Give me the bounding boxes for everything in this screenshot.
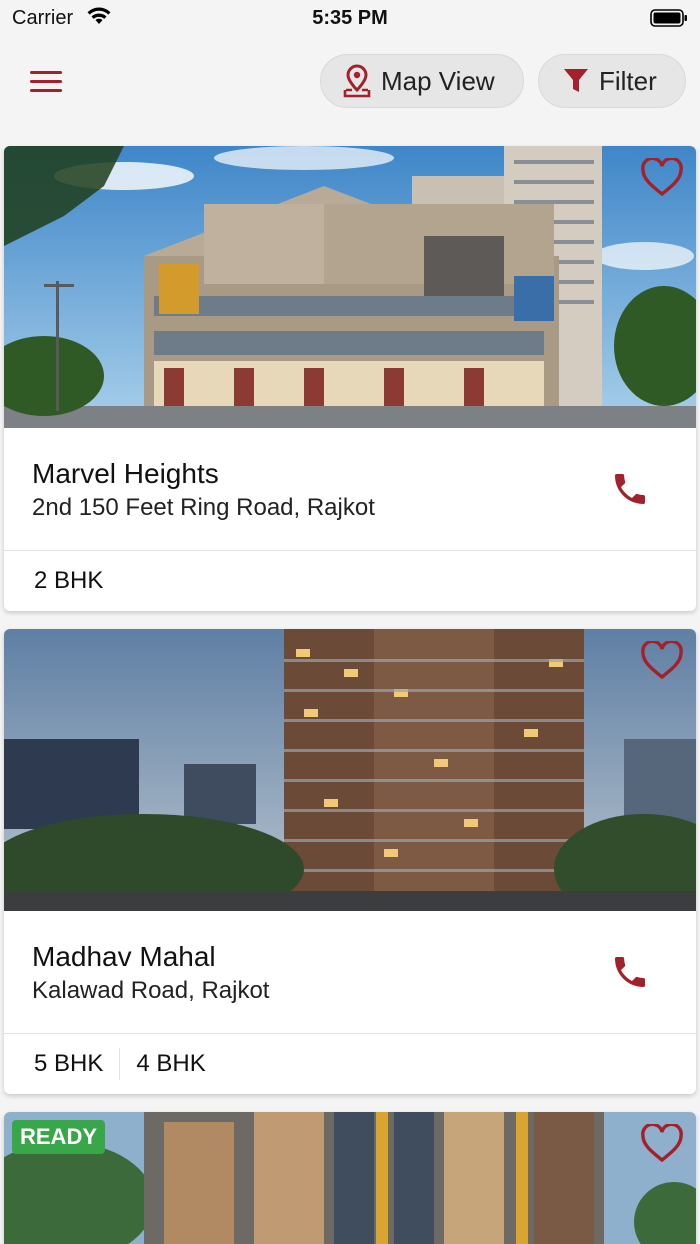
property-photo: [4, 629, 696, 911]
property-name: Madhav Mahal: [32, 941, 216, 972]
property-info: Marvel Heights 2nd 150 Feet Ring Road, R…: [4, 428, 696, 551]
bhk-tag: 4 BHK: [136, 1050, 206, 1077]
heart-icon: [641, 639, 683, 680]
map-view-button[interactable]: Map View: [320, 54, 524, 108]
menu-button[interactable]: [30, 66, 64, 96]
call-button[interactable]: [610, 952, 650, 992]
bhk-tag: 5 BHK: [34, 1050, 104, 1077]
favorite-button[interactable]: [640, 1122, 684, 1164]
filter-button[interactable]: Filter: [538, 54, 686, 108]
favorite-button[interactable]: [640, 639, 684, 681]
battery-icon: [650, 9, 687, 27]
ready-badge: READY: [12, 1120, 106, 1154]
map-view-label: Map View: [381, 65, 495, 96]
configurations-row: 5 BHK 4 BHK: [4, 1034, 696, 1094]
property-card[interactable]: READY: [4, 1112, 696, 1244]
top-toolbar: Map View Filter: [0, 44, 700, 120]
hamburger-menu-icon: [30, 71, 62, 92]
property-photo: [4, 146, 696, 428]
property-card[interactable]: Madhav Mahal Kalawad Road, Rajkot 5 BHK …: [4, 629, 696, 1094]
heart-icon: [641, 1122, 683, 1163]
call-button[interactable]: [610, 469, 650, 509]
property-address: Kalawad Road, Rajkot: [32, 977, 270, 1004]
status-bar: Carrier 5:35 PM: [0, 0, 700, 36]
property-name: Marvel Heights: [32, 458, 219, 489]
favorite-button[interactable]: [640, 156, 684, 198]
configurations-row: 2 BHK: [4, 551, 696, 611]
property-photo: [4, 1112, 696, 1244]
filter-label: Filter: [599, 65, 657, 96]
funnel-icon: [564, 69, 588, 92]
property-info: Madhav Mahal Kalawad Road, Rajkot: [4, 911, 696, 1034]
bhk-tag: 2 BHK: [34, 567, 104, 594]
property-address: 2nd 150 Feet Ring Road, Rajkot: [32, 494, 375, 521]
property-image[interactable]: READY: [4, 1112, 696, 1244]
clock: 5:35 PM: [312, 7, 388, 29]
phone-icon: [615, 957, 645, 987]
heart-icon: [641, 156, 683, 197]
phone-icon: [615, 474, 645, 504]
property-image[interactable]: [4, 629, 696, 911]
property-card[interactable]: Marvel Heights 2nd 150 Feet Ring Road, R…: [4, 146, 696, 611]
property-image[interactable]: [4, 146, 696, 428]
map-pin-icon: [343, 64, 371, 98]
